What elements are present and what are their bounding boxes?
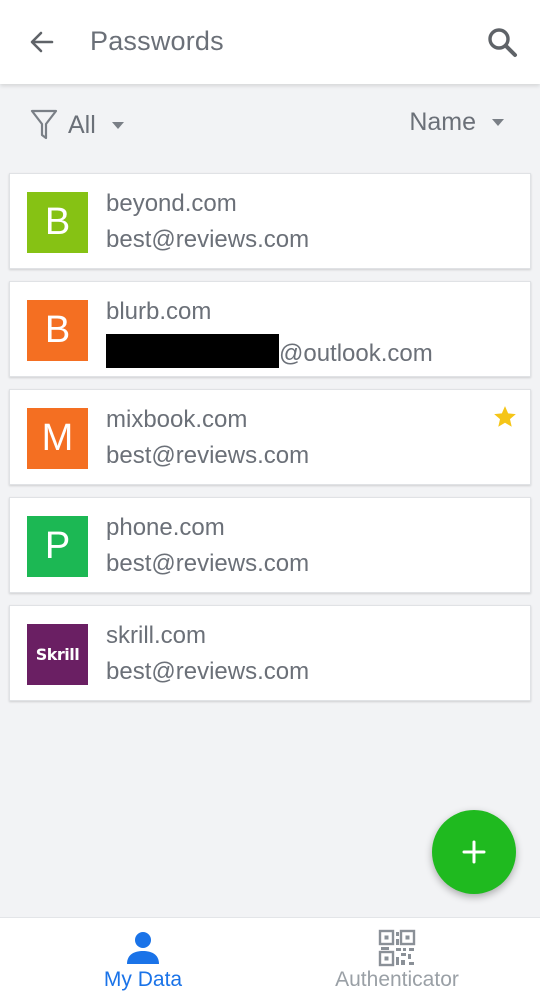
nav-my-data[interactable]: My Data xyxy=(8,918,278,1002)
redaction-box xyxy=(106,334,279,368)
chevron-down-icon xyxy=(492,119,504,126)
site-name: blurb.com xyxy=(106,298,212,325)
site-avatar: P xyxy=(27,516,88,577)
site-name: beyond.com xyxy=(106,190,237,217)
username: best@reviews.com xyxy=(106,442,310,469)
app-bar: Passwords xyxy=(0,0,540,84)
plus-icon xyxy=(462,840,486,864)
page-title: Passwords xyxy=(90,26,224,56)
filter-dropdown[interactable]: All xyxy=(30,108,124,142)
site-name: phone.com xyxy=(106,514,225,541)
nav-label: Authenticator xyxy=(335,968,459,991)
sort-label: Name xyxy=(409,108,476,136)
filter-bar: All Name xyxy=(0,96,540,156)
skrill-logo: Skrill xyxy=(27,624,88,685)
sort-dropdown[interactable]: Name xyxy=(409,108,504,137)
back-button[interactable] xyxy=(24,24,60,60)
site-avatar: B xyxy=(27,192,88,253)
search-icon xyxy=(488,28,517,57)
site-avatar: B xyxy=(27,300,88,361)
chevron-down-icon xyxy=(111,121,124,129)
username: best@reviews.com xyxy=(106,550,310,577)
nav-authenticator[interactable]: Authenticator xyxy=(262,918,532,1002)
password-item-phone[interactable]: P phone.com best@reviews.com xyxy=(9,497,531,593)
site-name: skrill.com xyxy=(106,622,206,649)
password-item-skrill[interactable]: Skrill skrill.com best@reviews.com xyxy=(9,605,531,701)
bottom-nav: My Data Authenticator xyxy=(0,917,540,1002)
username-suffix: @outlook.com xyxy=(279,340,433,367)
person-icon xyxy=(127,932,159,964)
arrow-left-icon xyxy=(30,31,54,53)
nav-label: My Data xyxy=(103,968,183,991)
username: @outlook.com xyxy=(106,334,433,368)
add-entry-button[interactable] xyxy=(432,810,516,894)
username: best@reviews.com xyxy=(106,658,310,685)
filter-label: All xyxy=(68,110,96,139)
username: best@reviews.com xyxy=(106,226,310,253)
password-item-beyond[interactable]: B beyond.com best@reviews.com xyxy=(9,173,531,269)
qr-code-icon xyxy=(378,929,416,967)
star-icon[interactable] xyxy=(492,404,518,430)
site-name: mixbook.com xyxy=(106,406,248,433)
password-list: B beyond.com best@reviews.com B blurb.co… xyxy=(9,173,531,713)
password-item-mixbook[interactable]: M mixbook.com best@reviews.com xyxy=(9,389,531,485)
search-button[interactable] xyxy=(484,24,520,60)
password-item-blurb[interactable]: B blurb.com @outlook.com xyxy=(9,281,531,377)
site-avatar: M xyxy=(27,408,88,469)
filter-icon xyxy=(30,109,58,140)
